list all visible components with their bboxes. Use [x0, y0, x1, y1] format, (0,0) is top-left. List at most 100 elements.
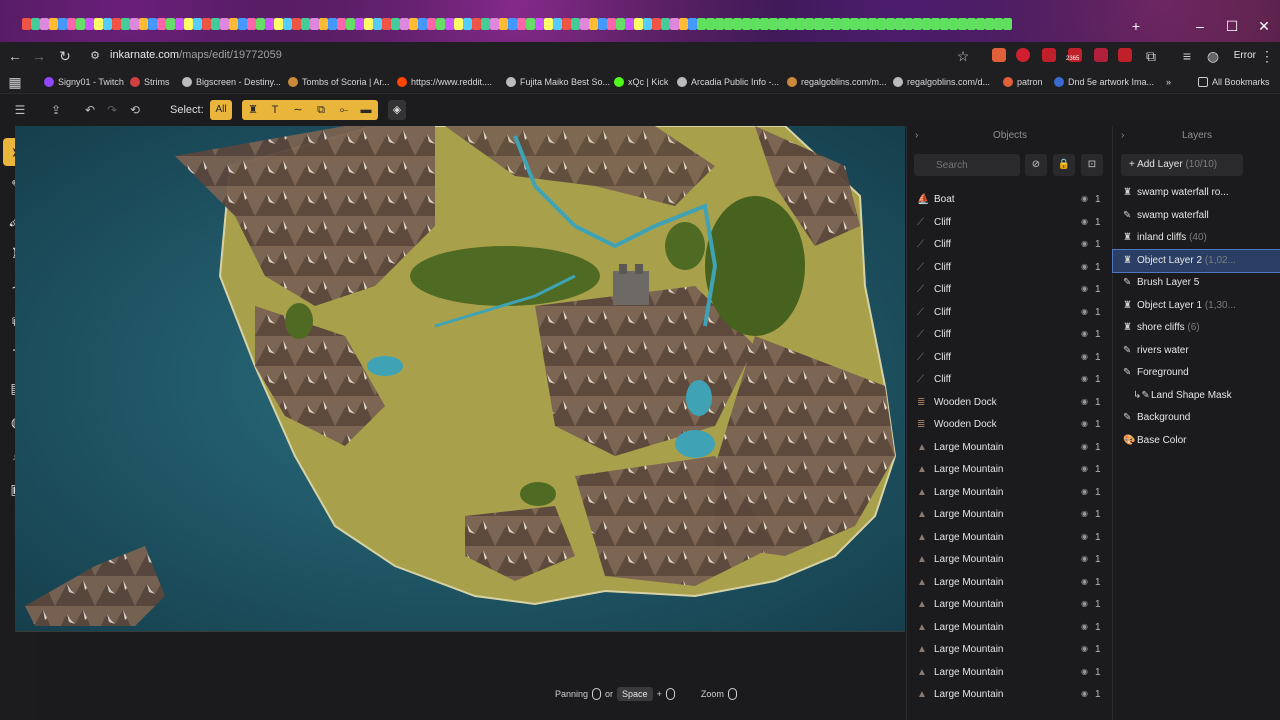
visibility-icon[interactable]: ◉: [1081, 532, 1088, 541]
object-list-item[interactable]: ▲ Large Mountain ◉ 1: [907, 617, 1113, 639]
tab-favicon[interactable]: [733, 18, 742, 30]
tab-favicon[interactable]: [22, 18, 31, 30]
object-list-item[interactable]: ▲ Large Mountain ◉ 1: [907, 459, 1113, 481]
tab-favicon[interactable]: [598, 18, 607, 30]
tab-favicon[interactable]: [364, 18, 373, 30]
visibility-icon[interactable]: ◉: [1081, 622, 1088, 631]
media-icon[interactable]: ≡: [1178, 47, 1196, 65]
visibility-icon[interactable]: ◉: [1081, 397, 1088, 406]
tab-favicon[interactable]: [472, 18, 481, 30]
tab-favicon[interactable]: [661, 18, 670, 30]
tab-favicon[interactable]: [976, 18, 985, 30]
redo-icon[interactable]: ↷: [104, 102, 120, 118]
tab-favicon[interactable]: [931, 18, 940, 30]
bookmark-item[interactable]: Bigscreen - Destiny...: [182, 75, 281, 89]
select-objects-icon[interactable]: ♜: [246, 103, 260, 117]
tab-favicon[interactable]: [877, 18, 886, 30]
tab-favicon[interactable]: [301, 18, 310, 30]
back-icon[interactable]: ←: [6, 47, 24, 65]
tab-favicon[interactable]: [796, 18, 805, 30]
tab-favicon[interactable]: [742, 18, 751, 30]
bookmark-star-icon[interactable]: ☆: [954, 47, 972, 65]
menu-icon[interactable]: ⋮: [1258, 47, 1276, 65]
tab-favicon[interactable]: [634, 18, 643, 30]
layer-item[interactable]: ✎ rivers water: [1113, 340, 1280, 362]
object-list-item[interactable]: ▲ Large Mountain ◉ 1: [907, 527, 1113, 549]
tab-favicon[interactable]: [166, 18, 175, 30]
tab-favicon[interactable]: [967, 18, 976, 30]
layer-item[interactable]: ✎ Foreground: [1113, 362, 1280, 384]
forward-icon[interactable]: →: [30, 47, 48, 65]
tab-favicon[interactable]: [688, 18, 697, 30]
objects-search-input[interactable]: [914, 154, 1020, 176]
select-all-button[interactable]: All: [210, 100, 232, 120]
history-icon[interactable]: ⟲: [127, 102, 143, 118]
select-shapes-icon[interactable]: ⧉: [314, 103, 328, 117]
tab-favicon[interactable]: [40, 18, 49, 30]
tab-favicon[interactable]: [103, 18, 112, 30]
tab-favicon[interactable]: [715, 18, 724, 30]
tab-favicon[interactable]: [31, 18, 40, 30]
site-info-icon[interactable]: ⚙: [86, 47, 104, 65]
tab-favicon[interactable]: [940, 18, 949, 30]
object-list-item[interactable]: ▲ Large Mountain ◉ 1: [907, 504, 1113, 526]
select-folder-icon[interactable]: ▬: [359, 103, 373, 117]
bookmark-item[interactable]: regalgoblins.com/d...: [893, 75, 990, 89]
extension-icon[interactable]: [1118, 48, 1132, 62]
visibility-icon[interactable]: ◉: [1081, 374, 1088, 383]
add-layer-button[interactable]: + Add Layer (10/10): [1121, 154, 1243, 176]
object-list-item[interactable]: ▲ Large Mountain ◉ 1: [907, 549, 1113, 571]
tab-favicon[interactable]: [517, 18, 526, 30]
tab-favicon[interactable]: [949, 18, 958, 30]
visibility-icon[interactable]: ◉: [1081, 509, 1088, 518]
visibility-icon[interactable]: ◉: [1081, 554, 1088, 563]
tab-favicon[interactable]: [643, 18, 652, 30]
tab-favicon[interactable]: [490, 18, 499, 30]
visibility-icon[interactable]: ◉: [1081, 194, 1088, 203]
object-list-item[interactable]: ▲ Large Mountain ◉ 1: [907, 594, 1113, 616]
tab-favicon[interactable]: [400, 18, 409, 30]
visibility-icon[interactable]: ◉: [1081, 689, 1088, 698]
visibility-icon[interactable]: ◉: [1081, 487, 1088, 496]
layer-item[interactable]: ♜ Object Layer 2 (1,02...: [1112, 248, 1280, 273]
adblock-icon[interactable]: [1042, 48, 1056, 62]
extension-icon[interactable]: [1094, 48, 1108, 62]
tab-favicon[interactable]: [283, 18, 292, 30]
tab-favicon[interactable]: [391, 18, 400, 30]
object-list-item[interactable]: ▲ Large Mountain ◉ 1: [907, 662, 1113, 684]
tab-favicon[interactable]: [778, 18, 787, 30]
object-list-item[interactable]: ⟋ Cliff ◉ 1: [907, 257, 1113, 279]
tab-favicon[interactable]: [481, 18, 490, 30]
select-text-icon[interactable]: T: [268, 103, 282, 117]
select-scale-icon[interactable]: ⟜: [337, 103, 351, 117]
tab-favicon[interactable]: [841, 18, 850, 30]
tab-favicon[interactable]: [112, 18, 121, 30]
tab-favicon[interactable]: [94, 18, 103, 30]
tab-favicon[interactable]: [814, 18, 823, 30]
tab-favicon[interactable]: [148, 18, 157, 30]
map-canvas[interactable]: [15, 126, 905, 632]
tab-favicon[interactable]: [229, 18, 238, 30]
tab-favicon[interactable]: [706, 18, 715, 30]
extension-badge-icon[interactable]: 2365: [1066, 48, 1082, 62]
tab-favicon[interactable]: [319, 18, 328, 30]
tab-favicon[interactable]: [310, 18, 319, 30]
profile-icon[interactable]: ◍: [1204, 47, 1222, 65]
visibility-icon[interactable]: ◉: [1081, 262, 1088, 271]
layer-item[interactable]: ✎ Brush Layer 5: [1113, 272, 1280, 294]
export-icon[interactable]: ⇪: [48, 102, 64, 118]
object-list-item[interactable]: ⟋ Cliff ◉ 1: [907, 302, 1113, 324]
tab-favicon[interactable]: [553, 18, 562, 30]
tab-favicons[interactable]: [22, 18, 1102, 34]
object-list-item[interactable]: ▲ Large Mountain ◉ 1: [907, 639, 1113, 661]
layer-item[interactable]: ♜ shore cliffs (6): [1113, 317, 1280, 339]
object-list-item[interactable]: ▲ Large Mountain ◉ 1: [907, 572, 1113, 594]
lock-objects-icon[interactable]: 🔒: [1053, 154, 1075, 176]
visibility-icon[interactable]: ◉: [1081, 352, 1088, 361]
object-list-item[interactable]: ⟋ Cliff ◉ 1: [907, 369, 1113, 391]
visibility-icon[interactable]: ◉: [1081, 217, 1088, 226]
visibility-icon[interactable]: ◉: [1081, 644, 1088, 653]
tab-favicon[interactable]: [922, 18, 931, 30]
tab-favicon[interactable]: [121, 18, 130, 30]
tab-favicon[interactable]: [157, 18, 166, 30]
